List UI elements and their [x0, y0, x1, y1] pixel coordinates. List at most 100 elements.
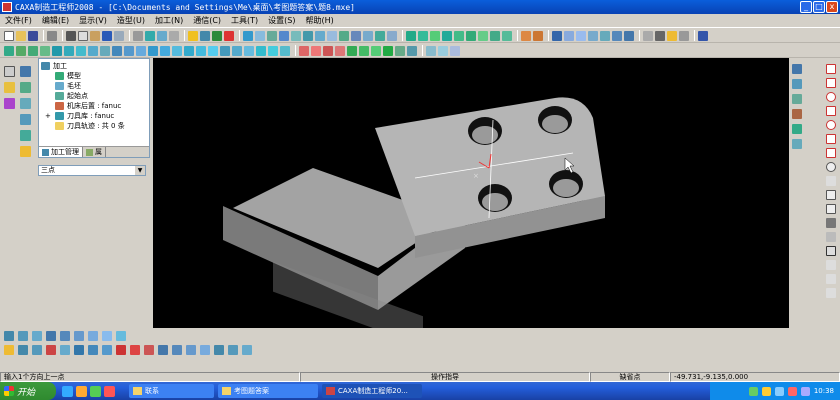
minimize-button[interactable]: _ — [800, 1, 812, 13]
mach7-icon[interactable] — [88, 331, 98, 341]
tree-item-blank[interactable]: 毛坯 — [41, 81, 147, 91]
left-tool5-icon[interactable] — [4, 98, 15, 109]
right-tool20-icon[interactable] — [826, 274, 836, 284]
app-icon[interactable] — [2, 2, 12, 12]
edit17-icon[interactable] — [242, 345, 252, 355]
surface2-icon[interactable] — [418, 30, 428, 41]
edit13-icon[interactable] — [186, 345, 196, 355]
eraser-icon[interactable] — [4, 345, 14, 355]
open-file-icon[interactable] — [16, 30, 26, 41]
close-button[interactable]: x — [826, 1, 838, 13]
tray4-icon[interactable] — [787, 386, 797, 396]
edit15-icon[interactable] — [214, 345, 224, 355]
feature7-icon[interactable] — [76, 45, 86, 56]
feature10-icon[interactable] — [112, 45, 122, 56]
feature37-icon[interactable] — [450, 45, 460, 56]
feature11-icon[interactable] — [124, 45, 134, 56]
left-tool8-icon[interactable] — [20, 130, 31, 141]
render1-icon[interactable] — [643, 30, 653, 41]
right-tool5-icon[interactable] — [792, 124, 802, 134]
feature14-icon[interactable] — [160, 45, 170, 56]
feature31-icon[interactable] — [371, 45, 381, 56]
edit3-icon[interactable] — [46, 345, 56, 355]
menu-tools[interactable]: 工具(T) — [226, 15, 263, 26]
feature21-icon[interactable] — [244, 45, 254, 56]
tool3-icon[interactable] — [157, 30, 167, 41]
render4-icon[interactable] — [679, 30, 689, 41]
feature1-icon[interactable] — [4, 45, 14, 56]
tree-root[interactable]: 加工 — [41, 61, 147, 71]
render3-icon[interactable] — [667, 30, 677, 41]
curve4-icon[interactable] — [291, 30, 301, 41]
mach9-icon[interactable] — [116, 331, 126, 341]
zoom-all-icon[interactable] — [564, 30, 574, 41]
text-icon[interactable] — [826, 246, 836, 256]
offset-icon[interactable] — [826, 190, 836, 200]
edit14-icon[interactable] — [200, 345, 210, 355]
feature13-icon[interactable] — [148, 45, 158, 56]
right-tool21-icon[interactable] — [826, 288, 836, 298]
spline-icon[interactable] — [826, 134, 836, 144]
clock[interactable]: 10:38 — [814, 387, 834, 395]
mach8-icon[interactable] — [102, 331, 112, 341]
feature27-icon[interactable] — [323, 45, 333, 56]
surface9-icon[interactable] — [502, 30, 512, 41]
feature28-icon[interactable] — [335, 45, 345, 56]
expand-icon[interactable]: + — [45, 112, 52, 120]
start-button[interactable]: 开始 — [0, 382, 56, 400]
curve1-icon[interactable] — [255, 30, 265, 41]
feature36-icon[interactable] — [438, 45, 448, 56]
right-tool6-icon[interactable] — [792, 139, 802, 149]
curve11-icon[interactable] — [375, 30, 385, 41]
feature16-icon[interactable] — [184, 45, 194, 56]
menu-communication[interactable]: 通信(C) — [188, 15, 226, 26]
graphics-viewport[interactable]: × — [153, 58, 789, 347]
mach5-icon[interactable] — [60, 331, 70, 341]
right-tool17-icon[interactable] — [826, 232, 836, 242]
surface6-icon[interactable] — [466, 30, 476, 41]
feature20-icon[interactable] — [232, 45, 242, 56]
settings1-icon[interactable] — [200, 30, 210, 41]
zoom-in-icon[interactable] — [588, 30, 598, 41]
task-caxa[interactable]: CAXA制造工程师20... — [322, 384, 422, 398]
edit4-icon[interactable] — [60, 345, 70, 355]
curve7-icon[interactable] — [327, 30, 337, 41]
zoom-window-icon[interactable] — [576, 30, 586, 41]
formula-icon[interactable] — [826, 176, 836, 186]
edit1-icon[interactable] — [18, 345, 28, 355]
left-tool6-icon[interactable] — [20, 98, 31, 109]
feature35-icon[interactable] — [426, 45, 436, 56]
menu-file[interactable]: 文件(F) — [0, 15, 37, 26]
curve2-icon[interactable] — [267, 30, 277, 41]
edit16-icon[interactable] — [228, 345, 238, 355]
filter-icon[interactable] — [212, 30, 222, 41]
edit6-icon[interactable] — [88, 345, 98, 355]
tree-item-model[interactable]: 模型 — [41, 71, 147, 81]
feature30-icon[interactable] — [359, 45, 369, 56]
tab-properties[interactable]: 属 — [83, 147, 106, 157]
light-icon[interactable] — [188, 30, 198, 41]
tree-item-start-point[interactable]: 起始点 — [41, 91, 147, 101]
left-tool4-icon[interactable] — [20, 82, 31, 93]
right-tool3-icon[interactable] — [792, 94, 802, 104]
tool1-icon[interactable] — [133, 30, 143, 41]
feature2-icon[interactable] — [16, 45, 26, 56]
feature25-icon[interactable] — [299, 45, 309, 56]
curve8-icon[interactable] — [339, 30, 349, 41]
feature9-icon[interactable] — [100, 45, 110, 56]
left-tool9-icon[interactable] — [20, 146, 31, 157]
right-tool4-icon[interactable] — [792, 109, 802, 119]
feature26-icon[interactable] — [311, 45, 321, 56]
tree-item-post[interactable]: 机床后置 : fanuc — [41, 101, 147, 111]
copy-icon[interactable] — [78, 30, 88, 41]
layer-icon[interactable] — [243, 30, 253, 41]
right-tool2-icon[interactable] — [792, 79, 802, 89]
feature23-icon[interactable] — [268, 45, 278, 56]
menu-edit[interactable]: 编辑(E) — [37, 15, 74, 26]
tray5-icon[interactable] — [800, 386, 810, 396]
left-tool2-icon[interactable] — [20, 66, 31, 77]
pencil-icon[interactable] — [4, 82, 15, 93]
edit10-icon[interactable] — [144, 345, 154, 355]
curve9-icon[interactable] — [351, 30, 361, 41]
curve10-icon[interactable] — [363, 30, 373, 41]
